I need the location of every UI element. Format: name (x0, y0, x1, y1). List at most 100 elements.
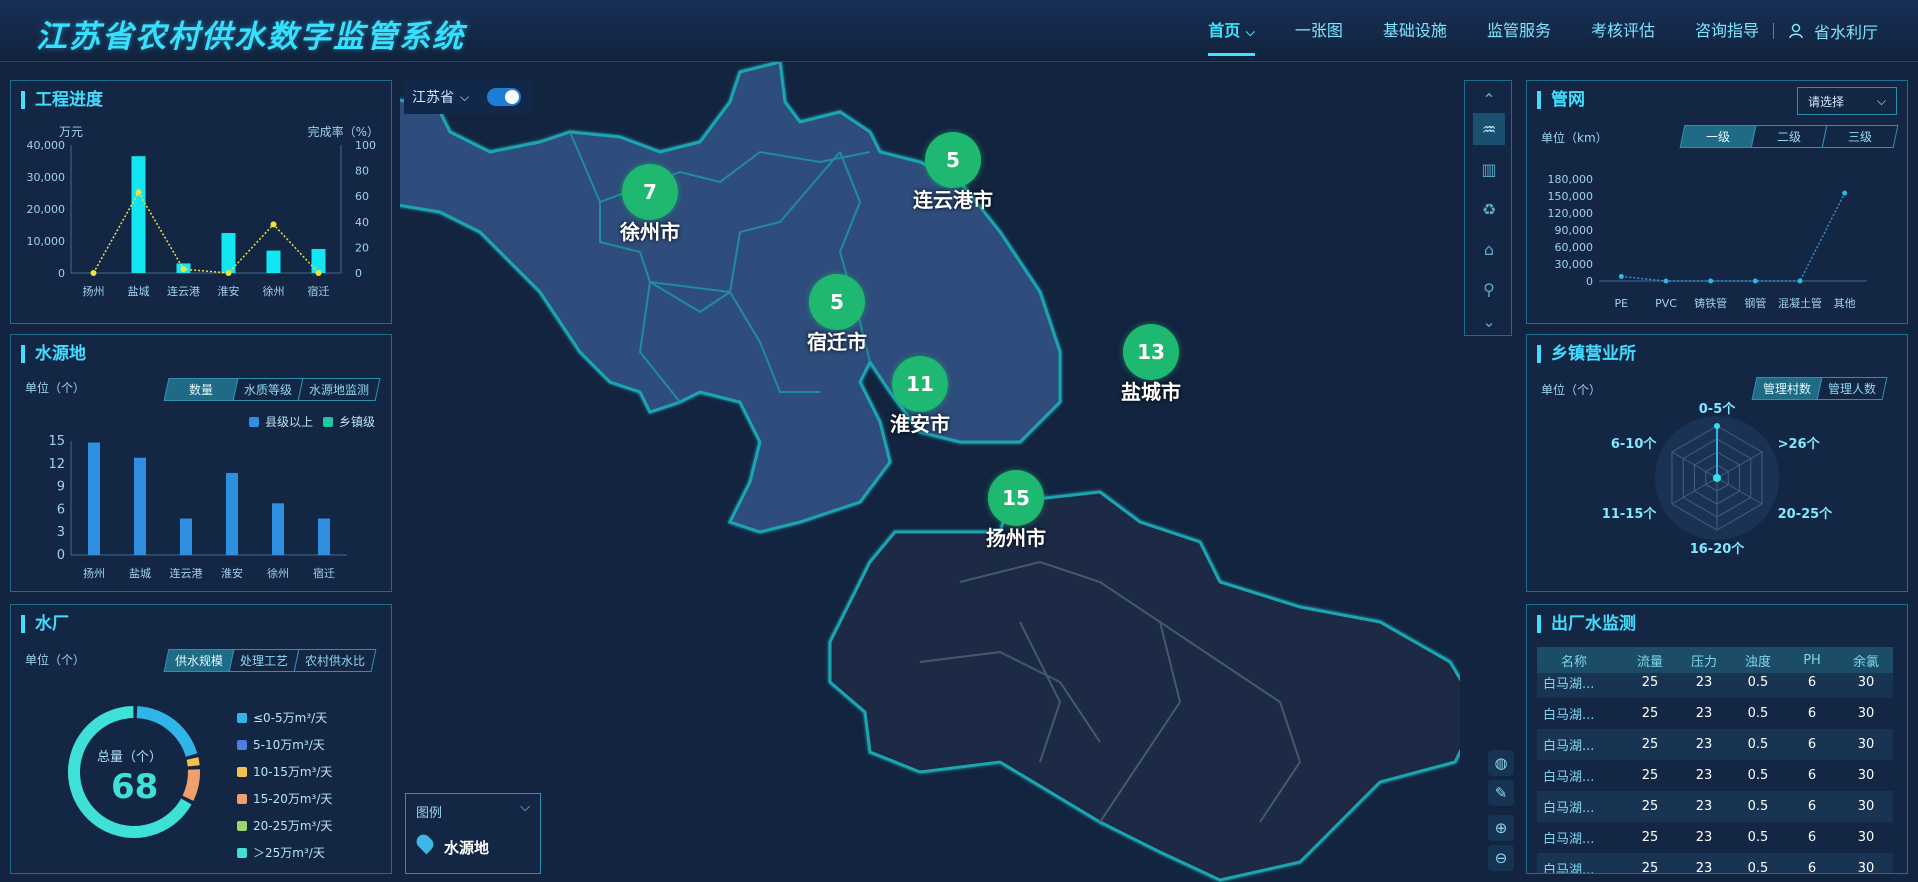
user-menu[interactable]: 省水利厅 (1788, 19, 1878, 43)
bar (311, 249, 326, 273)
pipe-select[interactable]: 请选择 ⌵ (1797, 87, 1897, 115)
completion-point (270, 221, 277, 228)
water-source-chart: 0 3 6 9 12 15 扬州 盐城 连云港 淮安 徐州 宿迁 (48, 434, 347, 580)
city-marker[interactable]: 5 (809, 274, 865, 330)
plant-legend-item: 5-10万m³/天 (237, 736, 325, 753)
outflow-panel: 出厂水监测 名称 流量 压力 浊度 PH 余氯 白马湖... 25 23 0.5 6 30… (1526, 604, 1908, 874)
nav-consulting[interactable]: 咨询指导 (1695, 0, 1759, 62)
pipe-unit: 单位（km） (1541, 131, 1608, 145)
zoom-in-icon[interactable]: ⊕ (1488, 815, 1514, 841)
table-cell: 白马湖... (1543, 739, 1595, 754)
tab-quantity[interactable]: 数量 (163, 378, 239, 401)
x-tick-label: 宿迁 (313, 566, 335, 580)
city-marker[interactable]: 5 (925, 132, 981, 188)
globe-icon[interactable]: ◍ (1488, 750, 1514, 776)
table-cell: 6 (1807, 675, 1817, 690)
nav-map[interactable]: 一张图 (1295, 0, 1343, 62)
y-tick-label: 15 (48, 434, 65, 449)
table-cell: 30 (1857, 706, 1875, 721)
city-marker[interactable]: 11 (892, 356, 948, 412)
table-cell: 0.5 (1747, 706, 1769, 721)
y2-tick-label: 100 (355, 139, 376, 152)
x-tick-label: 扬州 (83, 284, 105, 298)
y-tick-label: 0 (57, 548, 65, 563)
tab-process[interactable]: 处理工艺 (228, 649, 300, 672)
plant-legend-item: 15-20万m³/天 (237, 790, 332, 807)
bank-icon[interactable]: ⌂ (1473, 233, 1505, 265)
chevron-down-icon[interactable]: ⌵ (520, 800, 530, 815)
table-cell: 30 (1857, 799, 1875, 814)
zoom-out-icon[interactable]: ⊖ (1488, 845, 1514, 871)
y-tick-label: 120,000 (1548, 207, 1594, 220)
legend-township: 乡镇级 (323, 413, 375, 430)
y-tick-label: 150,000 (1548, 190, 1594, 203)
tab-ratio[interactable]: 农村供水比 (293, 649, 377, 672)
y-tick-label: 180,000 (1548, 173, 1594, 186)
toolbar-up-icon[interactable]: ⌃ (1473, 83, 1505, 115)
location-pin-icon[interactable]: ⚲ (1473, 273, 1505, 305)
legend-swatch (237, 793, 247, 804)
progress-title: 工程进度 (21, 91, 103, 109)
x-tick-label: 淮安 (218, 284, 240, 298)
legend-label: 5-10万m³/天 (253, 738, 325, 752)
x-tick-label: 钢管 (1744, 296, 1766, 310)
user-icon (1789, 23, 1803, 39)
table-row[interactable]: 白马湖... 25 23 0.5 6 30 (1537, 729, 1893, 760)
tab-quality[interactable]: 水质等级 (232, 378, 304, 401)
plant-total-label: 总量（个） (97, 750, 163, 765)
completion-point (225, 270, 232, 276)
table-row[interactable]: 白马湖... 25 23 0.5 6 30 (1537, 698, 1893, 729)
header-flow: 流量 (1636, 654, 1663, 670)
legend-label: 15-20万m³/天 (253, 792, 333, 806)
city-marker[interactable]: 7 (622, 164, 678, 220)
water-drop-icon[interactable]: ♒ (1473, 113, 1505, 145)
y-tick-label: 40,000 (27, 139, 66, 152)
building-icon[interactable]: ▥ (1473, 153, 1505, 185)
nav-assessment[interactable]: 考核评估 (1591, 0, 1655, 62)
x-tick-label: PVC (1655, 297, 1677, 310)
table-cell: 白马湖... (1543, 770, 1595, 785)
table-row[interactable]: 白马湖... 25 23 0.5 6 30 (1537, 667, 1893, 698)
plant-unit: 单位（个） (25, 653, 86, 667)
y2-tick-label: 40 (355, 216, 369, 229)
table-cell: 25 (1641, 737, 1659, 752)
y-tick-label: 30,000 (1555, 258, 1594, 271)
table-cell: 30 (1857, 830, 1875, 845)
tab-monitoring[interactable]: 水源地监测 (297, 378, 381, 401)
table-row[interactable]: 白马湖... 25 23 0.5 6 30 (1537, 791, 1893, 822)
pipe-point (1618, 273, 1624, 279)
table-row[interactable]: 白马湖... 25 23 0.5 6 30 (1537, 760, 1893, 791)
province-select-value: 江苏省 (412, 90, 454, 106)
tab-level-1[interactable]: 一级 (1679, 125, 1757, 148)
radar-axis-label: 6-10个 (1611, 436, 1658, 452)
x-tick-label: 徐州 (267, 566, 289, 580)
recycle-icon[interactable]: ♻ (1473, 193, 1505, 225)
radar-axis-label: 11-15个 (1602, 506, 1658, 522)
legend-label: 20-25万m³/天 (253, 819, 333, 833)
app-title: 江苏省农村供水数字监管系统 (36, 19, 465, 55)
nav-infrastructure[interactable]: 基础设施 (1383, 0, 1447, 62)
x-tick-label: 扬州 (83, 566, 105, 580)
table-cell: 25 (1641, 706, 1659, 721)
plant-legend-item: ＞25万m³/天 (237, 844, 325, 861)
toolbar-down-icon[interactable]: ⌄ (1473, 305, 1505, 337)
pipe-tabs: 一级 二级 三级 (1679, 125, 1899, 148)
table-cell: 白马湖... (1543, 677, 1595, 692)
table-cell: 30 (1857, 675, 1875, 690)
table-row[interactable]: 白马湖... 25 23 0.5 6 30 (1537, 822, 1893, 853)
water-source-title: 水源地 (21, 345, 86, 363)
tab-level-2[interactable]: 二级 (1750, 125, 1828, 148)
top-header: 江苏省农村供水数字监管系统 首页 ⌵ 一张图 基础设施 监管服务 考核评估 咨询… (0, 0, 1918, 62)
province-selector[interactable]: 江苏省 ⌵ (404, 80, 532, 114)
tab-scale[interactable]: 供水规模 (163, 649, 235, 672)
city-marker[interactable]: 13 (1123, 324, 1179, 380)
x-tick-label: 盐城 (128, 285, 150, 298)
table-row[interactable]: 白马湖... 25 23 0.5 6 30 (1537, 853, 1893, 873)
nav-home[interactable]: 首页 ⌵ (1208, 0, 1255, 62)
tab-level-3[interactable]: 三级 (1821, 125, 1899, 148)
city-marker[interactable]: 15 (988, 470, 1044, 526)
brush-icon[interactable]: ✎ (1488, 780, 1514, 806)
bar (131, 156, 146, 273)
nav-supervision[interactable]: 监管服务 (1487, 0, 1551, 62)
province-toggle[interactable] (487, 88, 522, 106)
